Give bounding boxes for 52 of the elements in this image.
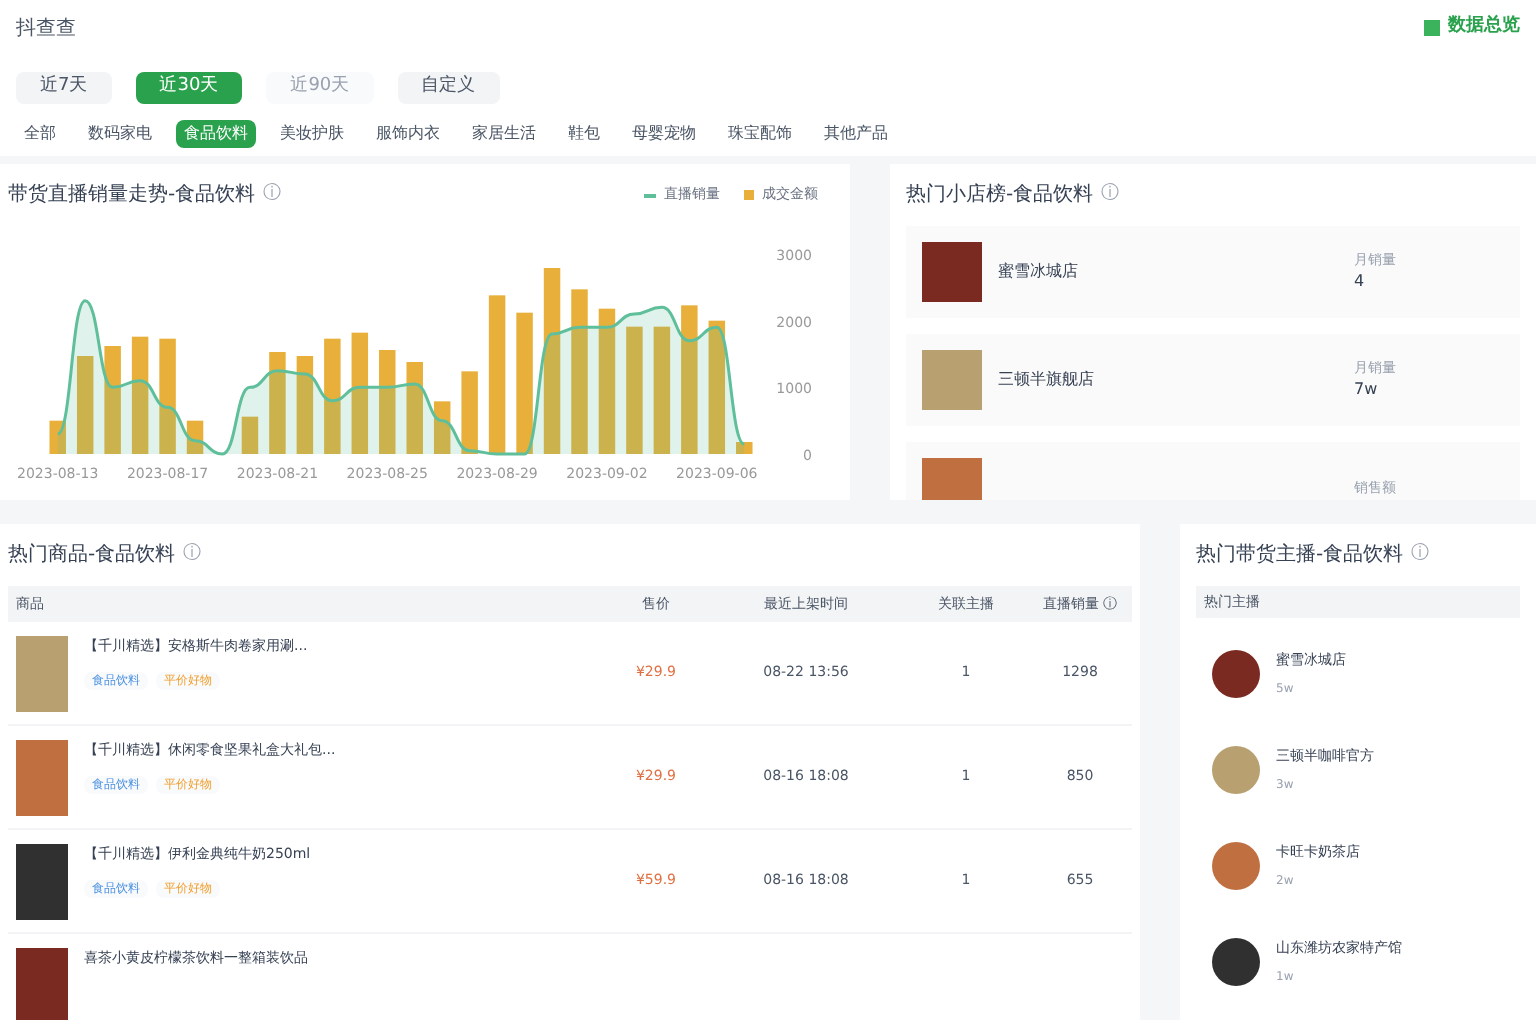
bar (49, 420, 66, 454)
bar (379, 350, 396, 454)
bar (461, 371, 478, 454)
avatar (1212, 842, 1260, 890)
card-title: 热门带货主播-食品饮料 (1196, 541, 1404, 570)
bar (516, 312, 533, 454)
category-tab[interactable]: 美妆护肤 (272, 120, 352, 148)
bar (708, 320, 726, 454)
metric-value: 7w (1354, 378, 1380, 403)
period-button[interactable]: 自定义 (397, 72, 500, 104)
bar (76, 356, 94, 454)
shop-name: 三顿半旗舰店 (998, 368, 1096, 392)
category-tab[interactable]: 其他产品 (816, 120, 896, 148)
bar (653, 326, 671, 454)
category-tab[interactable]: 鞋包 (560, 120, 608, 148)
photo-placeholder (16, 635, 68, 711)
photo-placeholder (16, 739, 68, 815)
photo-placeholder (922, 458, 982, 500)
card-title: 热门商品-食品饮料 (8, 541, 176, 570)
bar (626, 326, 643, 454)
avatar (1212, 650, 1260, 698)
photo-placeholder (16, 947, 68, 1020)
bar (159, 338, 176, 454)
bar (406, 362, 423, 454)
shop-name: 蜜雪冰城店 (998, 260, 1080, 284)
period-button[interactable]: 近7天 (16, 72, 112, 104)
category-tab[interactable]: 母婴宠物 (624, 120, 704, 148)
grid-icon (1424, 20, 1440, 36)
avatar (1212, 938, 1260, 986)
bar (269, 352, 286, 454)
photo-placeholder (922, 242, 982, 302)
app-title: 抖查查 (16, 15, 76, 43)
category-tab[interactable]: 珠宝配饰 (720, 120, 800, 148)
category-tab[interactable]: 服饰内衣 (368, 120, 448, 148)
bar (296, 356, 314, 454)
bar (433, 401, 451, 454)
bar (736, 442, 753, 454)
category-tab[interactable]: 家居生活 (464, 120, 544, 148)
bar (131, 336, 149, 454)
category-tab[interactable]: 全部 (16, 120, 64, 148)
category-tab[interactable]: 数码家电 (80, 120, 160, 148)
metric-value: 4 (1354, 270, 1367, 295)
photo-placeholder (16, 843, 68, 919)
bar (324, 338, 341, 454)
card-title: 带货直播销量走势-食品饮料 (8, 181, 256, 210)
legend-square-icon (744, 190, 754, 200)
photo-placeholder (922, 350, 982, 410)
avatar (1212, 746, 1260, 794)
card-title: 热门小店榜-食品饮料 (906, 181, 1094, 210)
bar (351, 332, 369, 454)
bar (104, 346, 121, 454)
bar (241, 416, 259, 454)
